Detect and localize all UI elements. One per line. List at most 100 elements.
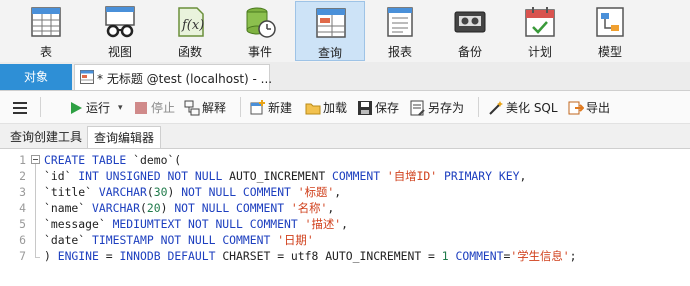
view-label: 视图 xyxy=(107,45,132,59)
code-line[interactable]: 1 CREATE TABLE `demo`( xyxy=(0,152,690,168)
code-token: = xyxy=(98,249,120,263)
code-token: ) xyxy=(160,201,175,215)
backup-tape-icon xyxy=(454,11,486,33)
code-token: PRIMARY KEY xyxy=(444,169,520,183)
query-tab-icon xyxy=(80,70,94,84)
code-token: 1 xyxy=(441,249,449,263)
code-token: CHARSET = utf8 AUTO_INCREMENT = xyxy=(215,249,442,263)
new-button[interactable]: 新建 xyxy=(250,99,297,117)
table-button[interactable]: 表 xyxy=(11,1,81,61)
function-button[interactable]: f(x) 函数 xyxy=(155,1,225,61)
explain-button[interactable]: 解释 xyxy=(184,99,230,117)
code-line[interactable]: 3 `title` VARCHAR(30) NOT NULL COMMENT '标… xyxy=(0,184,690,200)
code-token: CREATE TABLE xyxy=(44,153,127,167)
code-token: ( xyxy=(140,201,147,215)
code-token: INNODB DEFAULT xyxy=(119,249,216,263)
report-button[interactable]: 报表 xyxy=(365,1,435,61)
view-glasses-icon xyxy=(105,6,135,38)
fold-toggle-icon[interactable] xyxy=(31,155,40,164)
code-token: TIMESTAMP NOT NULL COMMENT xyxy=(92,233,271,247)
document-tab-bar: 对象 * 无标题 @test (localhost) - ... xyxy=(0,62,690,91)
code-token: '学生信息' xyxy=(510,249,570,263)
explain-icon xyxy=(184,100,200,116)
run-dropdown-arrow-icon[interactable]: ▾ xyxy=(118,99,123,117)
code-line[interactable]: 6 `date` TIMESTAMP NOT NULL COMMENT '日期' xyxy=(0,232,690,248)
code-text: `id` INT UNSIGNED NOT NULL AUTO_INCREMEN… xyxy=(44,168,526,184)
code-token: VARCHAR xyxy=(98,185,147,199)
save-as-icon xyxy=(410,100,425,116)
model-icon xyxy=(596,7,624,37)
svg-text:f(x): f(x) xyxy=(181,18,204,33)
run-button[interactable]: 运行 ▾ xyxy=(68,99,128,117)
menu-icon[interactable] xyxy=(12,101,28,115)
code-token: ; xyxy=(569,249,577,263)
calendar-icon xyxy=(525,7,555,37)
export-button[interactable]: 导出 xyxy=(568,99,616,117)
code-line[interactable]: 2 `id` INT UNSIGNED NOT NULL AUTO_INCREME… xyxy=(0,168,690,184)
code-token: , xyxy=(327,201,335,215)
stop-icon xyxy=(135,102,147,114)
stop-button[interactable]: 停止 xyxy=(133,99,178,117)
code-token: '描述' xyxy=(304,217,342,231)
line-number: 3 xyxy=(19,185,26,199)
code-token: '自增ID' xyxy=(386,169,438,183)
function-fx-icon: f(x) xyxy=(178,7,204,37)
backup-button[interactable]: 备份 xyxy=(435,1,505,61)
code-token: `message` xyxy=(44,217,113,231)
event-button[interactable]: 事件 xyxy=(225,1,295,61)
query-label: 查询 xyxy=(317,46,342,60)
code-token: AUTO_INCREMENT xyxy=(222,169,333,183)
tab-query-untitled[interactable]: * 无标题 @test (localhost) - ... xyxy=(74,64,272,90)
query-subtabs: 查询创建工具 查询编辑器 xyxy=(0,124,690,149)
code-token: `title` xyxy=(44,185,99,199)
line-number: 5 xyxy=(19,217,26,231)
schedule-label: 计划 xyxy=(527,45,552,59)
code-token: 30 xyxy=(153,185,168,199)
query-button[interactable]: 查询 xyxy=(295,1,365,61)
code-text: `date` TIMESTAMP NOT NULL COMMENT '日期' xyxy=(44,232,314,248)
editor-toolbar: 运行 ▾ 停止 解释 新建 加载 保存 另存为 美化 SQL 导出 xyxy=(0,91,690,124)
code-text: `title` VARCHAR(30) NOT NULL COMMENT '标题… xyxy=(44,184,341,200)
line-number: 4 xyxy=(19,201,26,215)
line-number: 7 xyxy=(19,249,26,263)
code-token: COMMENT xyxy=(455,249,504,263)
code-line[interactable]: 7) ENGINE = INNODB DEFAULT CHARSET = utf… xyxy=(0,248,690,264)
line-number: 1 xyxy=(19,153,26,167)
code-token: ENGINE xyxy=(57,249,99,263)
code-line[interactable]: 4 `name` VARCHAR(20) NOT NULL COMMENT '名称… xyxy=(0,200,690,216)
code-text: `message` MEDIUMTEXT NOT NULL COMMENT '描… xyxy=(44,216,348,232)
save-disk-icon xyxy=(358,101,372,115)
save-as-button[interactable]: 另存为 xyxy=(410,99,470,117)
code-token: 20 xyxy=(146,201,161,215)
model-button[interactable]: 模型 xyxy=(575,1,645,61)
view-button[interactable]: 视图 xyxy=(85,1,155,61)
code-token: COMMENT xyxy=(332,169,381,183)
code-token: INT UNSIGNED NOT NULL xyxy=(78,169,223,183)
code-token: ) xyxy=(167,185,182,199)
toolbar-separator xyxy=(240,97,241,117)
event-clock-icon xyxy=(246,7,276,38)
save-button[interactable]: 保存 xyxy=(357,99,403,117)
code-token: '名称' xyxy=(290,201,328,215)
table-icon xyxy=(31,7,61,37)
folder-icon xyxy=(305,103,321,115)
load-button[interactable]: 加载 xyxy=(305,99,353,117)
export-icon xyxy=(568,101,584,115)
code-token: `date` xyxy=(44,233,93,247)
report-icon xyxy=(387,7,413,37)
beautify-sql-button[interactable]: 美化 SQL xyxy=(488,99,564,117)
tab-query-editor[interactable]: 查询编辑器 xyxy=(87,126,162,148)
tab-query-builder[interactable]: 查询创建工具 xyxy=(4,126,88,148)
magic-wand-icon xyxy=(489,101,503,115)
toolbar-separator xyxy=(478,97,479,117)
backup-label: 备份 xyxy=(457,45,482,59)
schedule-button[interactable]: 计划 xyxy=(505,1,575,61)
tab-objects[interactable]: 对象 xyxy=(0,64,72,90)
code-line[interactable]: 5 `message` MEDIUMTEXT NOT NULL COMMENT '… xyxy=(0,216,690,232)
